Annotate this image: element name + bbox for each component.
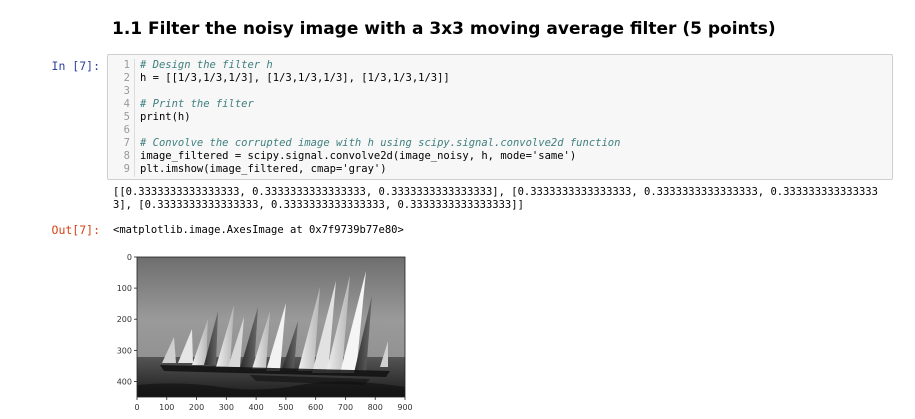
line-number: 8 [123,150,130,162]
code-line: # Print the filter [140,98,254,110]
code-line: h = [[1/3,1/3,1/3], [1/3,1/3,1/3], [1/3,… [140,72,450,84]
line-number: 9 [123,163,130,175]
line-number: 3 [123,85,130,97]
x-tick-label: 600 [308,403,323,412]
line-number: 4 [123,98,130,110]
x-tick-label: 100 [159,403,174,412]
execute-result: <matplotlib.image.AxesImage at 0x7f9739b… [113,224,404,236]
y-tick-label: 200 [117,315,132,324]
y-tick-label: 0 [127,253,132,262]
input-prompt: In [7]: [51,59,100,73]
x-tick-label: 500 [278,403,293,412]
code-cell-editor[interactable]: 1 2 3 4 5 6 7 8 9 # Design the filter h … [107,54,893,180]
line-number-gutter: 1 2 3 4 5 6 7 8 9 [108,59,135,177]
cell-heading: 1.1 Filter the noisy image with a 3x3 mo… [112,19,776,39]
stdout-output: [[0.3333333333333333, 0.3333333333333333… [113,186,878,211]
line-number: 2 [123,72,130,84]
x-tick-label: 800 [368,403,383,412]
y-tick-label: 100 [117,284,132,293]
code-line: image_filtered = scipy.signal.convolve2d… [140,150,577,162]
code-line: # Convolve the corrupted image with h us… [140,137,621,149]
output-prompt: Out[7]: [51,223,100,237]
x-tick-label: 0 [134,403,139,412]
photo-sailboats [137,257,405,397]
line-number: 1 [123,59,130,71]
x-tick-label: 700 [338,403,353,412]
x-tick-label: 200 [189,403,204,412]
code-line: plt.imshow(image_filtered, cmap='gray') [140,163,387,175]
line-number: 5 [123,111,130,123]
code-line: # Design the filter h [140,59,273,71]
line-number: 7 [123,137,130,149]
code-line: print(h) [140,111,191,123]
x-tick-label: 900 [397,403,412,412]
x-axis-ticks: 0 100 200 300 400 500 600 700 800 900 [134,403,412,412]
y-tick-label: 300 [117,346,132,355]
line-number: 6 [123,124,130,136]
image-plot: 0 100 200 300 400 500 600 700 800 900 0 … [117,253,413,412]
x-tick-label: 400 [248,403,263,412]
y-axis-ticks: 0 100 200 300 400 [117,253,132,386]
y-tick-label: 400 [117,377,132,386]
x-tick-label: 300 [219,403,234,412]
